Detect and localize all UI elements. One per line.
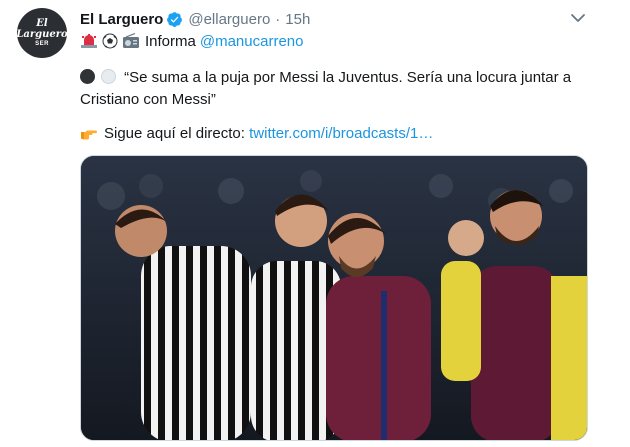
radio-icon [123,33,139,48]
avatar[interactable]: El Larguero SER [16,8,68,58]
photo-illustration [81,156,587,440]
avatar-text-line3: SER [35,40,49,47]
mention-link[interactable]: @manucarreno [200,33,304,50]
informa-label: Informa [145,32,196,50]
soccer-ball-icon [102,33,118,49]
timestamp[interactable]: 15h [285,11,310,28]
pointing-hand-icon [81,130,97,140]
white-circle-icon [101,69,117,84]
tweet-text: “Se suma a la puja por Messi la Juventus… [80,68,620,110]
avatar-text-line2: Larguero [16,28,68,40]
follow-text: Sigue aquí el directo: [104,125,245,142]
handle[interactable]: @ellarguero [188,11,270,28]
tweet-quote: “Se suma a la puja por Messi la Juventus… [80,69,572,108]
avatar-text-line1: El [36,17,48,29]
siren-icon [81,34,97,48]
display-name[interactable]: El Larguero [80,11,163,28]
broadcast-link[interactable]: twitter.com/i/broadcasts/1… [249,125,433,142]
tweet-photo[interactable] [80,155,588,441]
black-circle-icon [80,69,95,84]
emoji-circles [80,69,118,90]
tweet-header: El Larguero @ellarguero · 15h [80,9,310,29]
chevron-down-icon[interactable] [568,10,588,26]
tweet[interactable]: El Larguero SER El Larguero @ellarguero … [0,0,630,447]
verified-badge-icon [167,11,183,27]
separator-dot: · [275,10,281,28]
broadcast-line: Sigue aquí el directo: twitter.com/i/bro… [80,124,433,144]
tweet-subline: Informa @manucarreno [80,31,303,51]
